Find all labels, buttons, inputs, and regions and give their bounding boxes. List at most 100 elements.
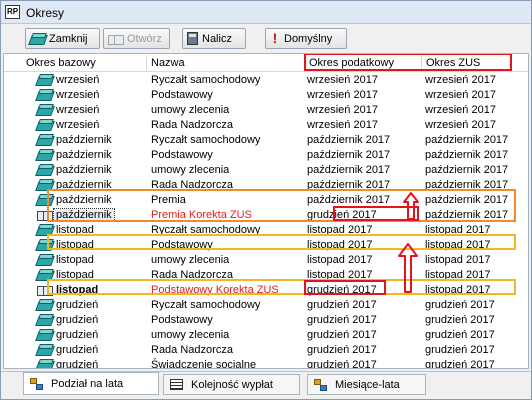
- tab-label: Kolejność wypłat: [191, 378, 273, 391]
- table-row[interactable]: październik Rada Nadzorcza październik 201…: [4, 178, 528, 193]
- cell-name: umowy zlecenia: [151, 329, 230, 341]
- book-icon: [37, 134, 52, 145]
- table-row[interactable]: grudzień Ryczałt samochodowy grudzień 2017…: [4, 298, 528, 313]
- table-row[interactable]: październik Ryczałt samochodowy październi…: [4, 133, 528, 148]
- table-row[interactable]: grudzień umowy zlecenia grudzień 2017 grudz…: [4, 328, 528, 343]
- cell-base-period: listopad: [56, 254, 94, 266]
- cell-tax-period: grudzień 2017: [307, 209, 377, 221]
- table-row[interactable]: grudzień Świadczenie socjalne grudzień 201…: [4, 358, 528, 369]
- cell-base-period: grudzień: [56, 329, 99, 341]
- tab-kolejnosc-wyplat[interactable]: Kolejność wypłat: [163, 374, 300, 395]
- cell-tax-period: grudzień 2017: [307, 344, 377, 356]
- cell-base-period: październik: [56, 164, 112, 176]
- book-icon: [37, 89, 52, 100]
- cell-tax-period: wrzesień 2017: [307, 104, 378, 116]
- okresy-window: RP Okresy Zamknij Otwórz Nalicz ! Domyśl…: [0, 0, 532, 400]
- cell-zus-period: listopad 2017: [425, 254, 491, 266]
- cell-zus-period: październik 2017: [425, 179, 509, 191]
- cell-zus-period: wrzesień 2017: [425, 89, 496, 101]
- cell-tax-period: październik 2017: [307, 149, 391, 161]
- table-row[interactable]: wrzesień Ryczałt samochodowy wrzesień 2017…: [4, 73, 528, 88]
- cell-base-period: grudzień: [56, 359, 99, 369]
- table-row[interactable]: grudzień Podstawowy grudzień 2017 grudzień …: [4, 313, 528, 328]
- periods-grid[interactable]: Okres bazowy Nazwa Okres podatkowy Okres…: [3, 53, 529, 369]
- book-icon: [30, 33, 45, 44]
- column-separator: [146, 55, 147, 70]
- cell-base-period: grudzień: [56, 299, 99, 311]
- title-bar: RP Okresy: [1, 1, 531, 24]
- cell-zus-period: wrzesień 2017: [425, 74, 496, 86]
- cell-base-period: wrzesień: [56, 119, 100, 131]
- table-row[interactable]: październik Premia październik 2017 paździe…: [4, 193, 528, 208]
- open-book-icon: [37, 209, 53, 221]
- cell-name: Rada Nadzorcza: [151, 179, 233, 191]
- table-row[interactable]: październik umowy zlecenia październik 201…: [4, 163, 528, 178]
- exclamation-icon: !: [272, 30, 278, 46]
- open-button[interactable]: Otwórz: [103, 28, 170, 49]
- cell-zus-period: październik 2017: [425, 149, 509, 161]
- cell-tax-period: wrzesień 2017: [307, 74, 378, 86]
- window-title: Okresy: [26, 6, 65, 20]
- cell-base-period: wrzesień: [56, 104, 100, 116]
- column-header-name[interactable]: Nazwa: [151, 57, 185, 69]
- calculate-button-label: Nalicz: [202, 32, 232, 45]
- default-button[interactable]: ! Domyślny: [265, 28, 347, 49]
- cell-zus-period: grudzień 2017: [425, 344, 495, 356]
- cell-name: Podstawowy: [151, 314, 213, 326]
- table-row[interactable]: listopad umowy zlecenia listopad 2017 listo…: [4, 253, 528, 268]
- cell-tax-period: październik 2017: [307, 194, 391, 206]
- cell-zus-period: październik 2017: [425, 164, 509, 176]
- column-header-zus-period[interactable]: Okres ZUS: [426, 57, 480, 69]
- cell-name: umowy zlecenia: [151, 164, 230, 176]
- cell-zus-period: wrzesień 2017: [425, 104, 496, 116]
- cell-tax-period: listopad 2017: [307, 269, 373, 281]
- cell-tax-period: grudzień 2017: [307, 314, 377, 326]
- cell-zus-period: grudzień 2017: [425, 359, 495, 369]
- open-button-label: Otwórz: [127, 32, 162, 45]
- tab-miesiace-lata[interactable]: Miesiące-lata: [307, 374, 426, 395]
- book-icon: [37, 164, 52, 175]
- cell-tax-period: listopad 2017: [307, 239, 373, 251]
- table-row[interactable]: grudzień Rada Nadzorcza grudzień 2017 grudz…: [4, 343, 528, 358]
- calculate-button[interactable]: Nalicz: [182, 28, 246, 49]
- cell-zus-period: październik 2017: [425, 134, 509, 146]
- table-row[interactable]: październik Premia Korekta ZUS grudzień 20…: [4, 208, 528, 223]
- table-row[interactable]: listopad Podstawowy Korekta ZUS grudzień 2…: [4, 283, 528, 298]
- book-icon: [37, 299, 52, 310]
- cell-tax-period: grudzień 2017: [307, 299, 377, 311]
- cell-name: Ryczałt samochodowy: [151, 224, 261, 236]
- table-row[interactable]: wrzesień Rada Nadzorcza wrzesień 2017 wrzes…: [4, 118, 528, 133]
- cell-name: Podstawowy Korekta ZUS: [151, 284, 279, 296]
- book-icon: [37, 239, 52, 250]
- cell-zus-period: grudzień 2017: [425, 299, 495, 311]
- cell-tax-period: wrzesień 2017: [307, 89, 378, 101]
- tree-icon: [314, 379, 327, 391]
- cell-tax-period: październik 2017: [307, 164, 391, 176]
- cell-zus-period: listopad 2017: [425, 239, 491, 251]
- close-button-label: Zamknij: [49, 32, 88, 45]
- cell-zus-period: grudzień 2017: [425, 329, 495, 341]
- table-row[interactable]: listopad Podstawowy listopad 2017 listopad …: [4, 238, 528, 253]
- cell-zus-period: listopad 2017: [425, 224, 491, 236]
- book-icon: [37, 179, 52, 190]
- cell-name: Podstawowy: [151, 239, 213, 251]
- open-book-icon: [37, 284, 53, 296]
- table-row[interactable]: wrzesień Podstawowy wrzesień 2017 wrzesień …: [4, 88, 528, 103]
- book-icon: [37, 254, 52, 265]
- column-header-tax-period[interactable]: Okres podatkowy: [309, 57, 394, 69]
- table-row[interactable]: listopad Ryczałt samochodowy listopad 2017…: [4, 223, 528, 238]
- cell-base-period: grudzień: [56, 314, 99, 326]
- cell-base-period: listopad: [56, 269, 94, 281]
- cell-zus-period: wrzesień 2017: [425, 119, 496, 131]
- cell-tax-period: październik 2017: [307, 134, 391, 146]
- table-row[interactable]: październik Podstawowy październik 2017 paź…: [4, 148, 528, 163]
- cell-tax-period: listopad 2017: [307, 224, 373, 236]
- tab-podzial-na-lata[interactable]: Podział na lata: [23, 372, 159, 395]
- close-button[interactable]: Zamknij: [25, 28, 100, 49]
- column-header-base-period[interactable]: Okres bazowy: [26, 57, 96, 69]
- table-row[interactable]: listopad Rada Nadzorcza listopad 2017 listo…: [4, 268, 528, 283]
- table-row[interactable]: wrzesień umowy zlecenia wrzesień 2017 wrzes…: [4, 103, 528, 118]
- tab-label: Miesiące-lata: [335, 378, 400, 391]
- list-icon: [170, 379, 183, 390]
- cell-base-period: październik: [56, 194, 112, 206]
